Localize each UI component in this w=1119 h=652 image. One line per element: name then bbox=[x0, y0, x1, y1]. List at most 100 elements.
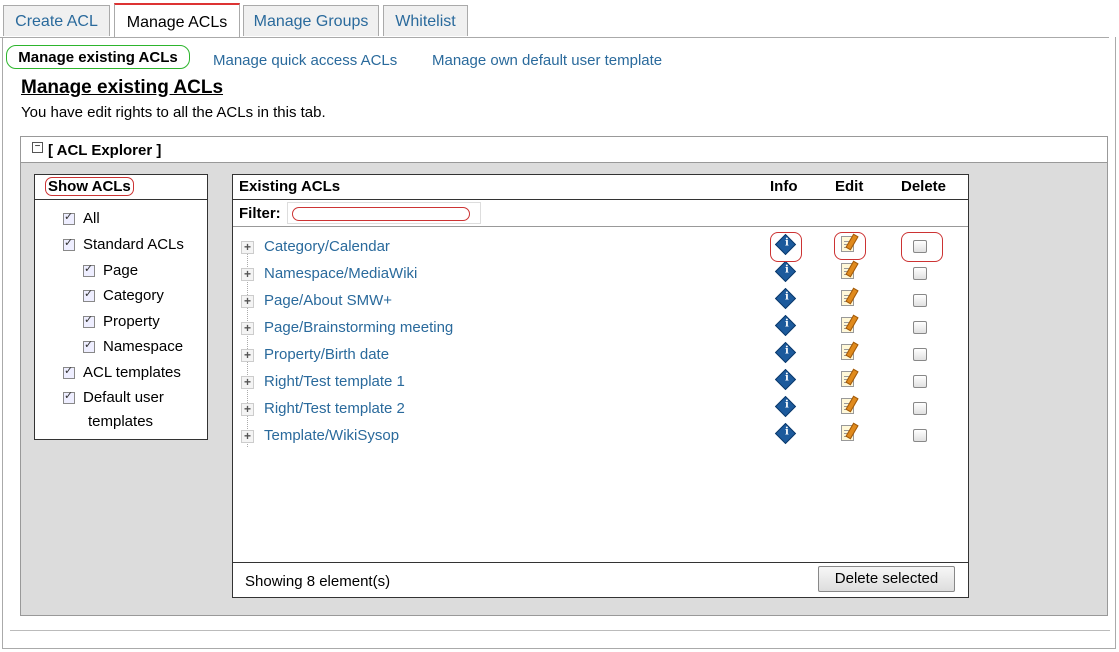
tab-manage-acls[interactable]: Manage ACLs bbox=[114, 3, 240, 37]
info-glyph: i bbox=[785, 318, 789, 330]
show-acls-header: Show ACLs bbox=[35, 175, 207, 200]
checkbox-label: All bbox=[83, 210, 100, 227]
filter-checkbox-namespace[interactable]: Namespace bbox=[83, 338, 183, 355]
delete-checkbox[interactable] bbox=[913, 294, 927, 307]
checkbox-label: Property bbox=[103, 313, 160, 330]
bottom-divider bbox=[10, 630, 1110, 631]
checkbox-label: Category bbox=[103, 287, 164, 304]
acl-link[interactable]: Page/Brainstorming meeting bbox=[264, 319, 453, 336]
checkbox[interactable] bbox=[63, 389, 75, 405]
info-icon[interactable]: i bbox=[774, 314, 797, 337]
acl-explorer-title: [ ACL Explorer ] bbox=[48, 142, 162, 159]
tab-manage-groups[interactable]: Manage Groups bbox=[243, 5, 379, 36]
subtab-manage-quick-access-acls[interactable]: Manage quick access ACLs bbox=[213, 52, 397, 69]
filter-checkbox-acl-templates[interactable]: ACL templates bbox=[63, 364, 181, 381]
checkbox-label: Namespace bbox=[103, 338, 184, 355]
plus-icon[interactable]: + bbox=[241, 322, 254, 335]
info-icon[interactable]: i bbox=[774, 395, 797, 418]
delete-checkbox[interactable] bbox=[913, 402, 927, 415]
acl-link[interactable]: Namespace/MediaWiki bbox=[264, 265, 417, 282]
checkbox[interactable] bbox=[63, 364, 75, 380]
info-glyph: i bbox=[785, 291, 789, 303]
checkbox[interactable] bbox=[63, 236, 75, 252]
info-glyph: i bbox=[785, 372, 789, 384]
acl-link[interactable]: Right/Test template 2 bbox=[264, 400, 405, 417]
acl-link[interactable]: Right/Test template 1 bbox=[264, 373, 405, 390]
delete-selected-button[interactable]: Delete selected bbox=[818, 566, 955, 592]
info-glyph: i bbox=[785, 426, 789, 438]
plus-icon[interactable]: + bbox=[241, 268, 254, 281]
acl-row: + Right/Test template 2 i bbox=[233, 395, 968, 422]
show-acls-title: Show ACLs bbox=[45, 177, 134, 196]
filter-input[interactable] bbox=[287, 202, 481, 224]
existing-acls-panel: Existing ACLs Info Edit Delete Filter: +… bbox=[232, 174, 969, 598]
acl-row: + Property/Birth date i bbox=[233, 341, 968, 368]
checkbox[interactable] bbox=[63, 210, 75, 226]
info-glyph: i bbox=[785, 399, 789, 411]
acl-link[interactable]: Template/WikiSysop bbox=[264, 427, 399, 444]
highlight-ring bbox=[292, 207, 470, 221]
subtab-manage-existing-acls[interactable]: Manage existing ACLs bbox=[6, 45, 190, 69]
info-icon[interactable]: i bbox=[774, 260, 797, 283]
highlight-ring bbox=[901, 232, 943, 262]
checkbox-label: Page bbox=[103, 262, 139, 279]
column-header-delete: Delete bbox=[901, 178, 947, 195]
checkbox-label-continued: templates bbox=[88, 413, 154, 430]
edit-icon[interactable] bbox=[841, 263, 854, 279]
checkbox[interactable] bbox=[83, 338, 95, 354]
delete-checkbox[interactable] bbox=[913, 267, 927, 280]
info-icon[interactable]: i bbox=[774, 422, 797, 445]
filter-row: Filter: bbox=[233, 200, 968, 227]
acl-link[interactable]: Property/Birth date bbox=[264, 346, 389, 363]
filter-label: Filter: bbox=[239, 205, 281, 222]
info-icon[interactable]: i bbox=[774, 368, 797, 391]
tab-create-acl[interactable]: Create ACL bbox=[3, 5, 110, 36]
checkbox[interactable] bbox=[83, 313, 95, 329]
plus-icon[interactable]: + bbox=[241, 349, 254, 362]
existing-acls-footer: Showing 8 element(s) Delete selected bbox=[233, 562, 968, 598]
checkbox[interactable] bbox=[83, 287, 95, 303]
acl-row: + Page/Brainstorming meeting i bbox=[233, 314, 968, 341]
delete-checkbox[interactable] bbox=[913, 375, 927, 388]
subtab-manage-default-user-template[interactable]: Manage own default user template bbox=[432, 52, 662, 69]
page-description: You have edit rights to all the ACLs in … bbox=[21, 104, 326, 121]
info-icon[interactable]: i bbox=[774, 287, 797, 310]
page-title: Manage existing ACLs bbox=[21, 77, 224, 98]
delete-checkbox[interactable] bbox=[913, 429, 927, 442]
edit-icon[interactable] bbox=[841, 425, 854, 441]
delete-checkbox[interactable] bbox=[913, 348, 927, 361]
minus-icon[interactable]: − bbox=[32, 142, 43, 153]
info-icon[interactable]: i bbox=[774, 341, 797, 364]
edit-icon[interactable] bbox=[841, 371, 854, 387]
filter-checkbox-page[interactable]: Page bbox=[83, 262, 138, 279]
filter-checkbox-standard-acls[interactable]: Standard ACLs bbox=[63, 236, 184, 253]
highlight-ring bbox=[770, 232, 802, 262]
acl-row: + Page/About SMW+ i bbox=[233, 287, 968, 314]
edit-icon[interactable] bbox=[841, 290, 854, 306]
delete-checkbox[interactable] bbox=[913, 321, 927, 334]
acl-row: + Right/Test template 1 i bbox=[233, 368, 968, 395]
edit-icon[interactable] bbox=[841, 344, 854, 360]
column-header-name: Existing ACLs bbox=[239, 178, 341, 195]
plus-icon[interactable]: + bbox=[241, 376, 254, 389]
edit-icon[interactable] bbox=[841, 398, 854, 414]
info-glyph: i bbox=[785, 264, 789, 276]
column-header-info: Info bbox=[770, 178, 798, 195]
acl-row: + Template/WikiSysop i bbox=[233, 422, 968, 449]
filter-checkbox-default-user-templates[interactable]: Default user bbox=[63, 389, 164, 406]
plus-icon[interactable]: + bbox=[241, 430, 254, 443]
plus-icon[interactable]: + bbox=[241, 295, 254, 308]
filter-checkbox-property[interactable]: Property bbox=[83, 313, 160, 330]
element-count-status: Showing 8 element(s) bbox=[245, 573, 391, 590]
acl-link[interactable]: Page/About SMW+ bbox=[264, 292, 392, 309]
checkbox-label: Default user bbox=[83, 389, 164, 406]
filter-checkbox-all[interactable]: All bbox=[63, 210, 100, 227]
checkbox-label: Standard ACLs bbox=[83, 236, 184, 253]
plus-icon[interactable]: + bbox=[241, 241, 254, 254]
filter-checkbox-category[interactable]: Category bbox=[83, 287, 164, 304]
tab-whitelist[interactable]: Whitelist bbox=[383, 5, 468, 36]
plus-icon[interactable]: + bbox=[241, 403, 254, 416]
acl-link[interactable]: Category/Calendar bbox=[264, 238, 390, 255]
edit-icon[interactable] bbox=[841, 317, 854, 333]
checkbox[interactable] bbox=[83, 262, 95, 278]
